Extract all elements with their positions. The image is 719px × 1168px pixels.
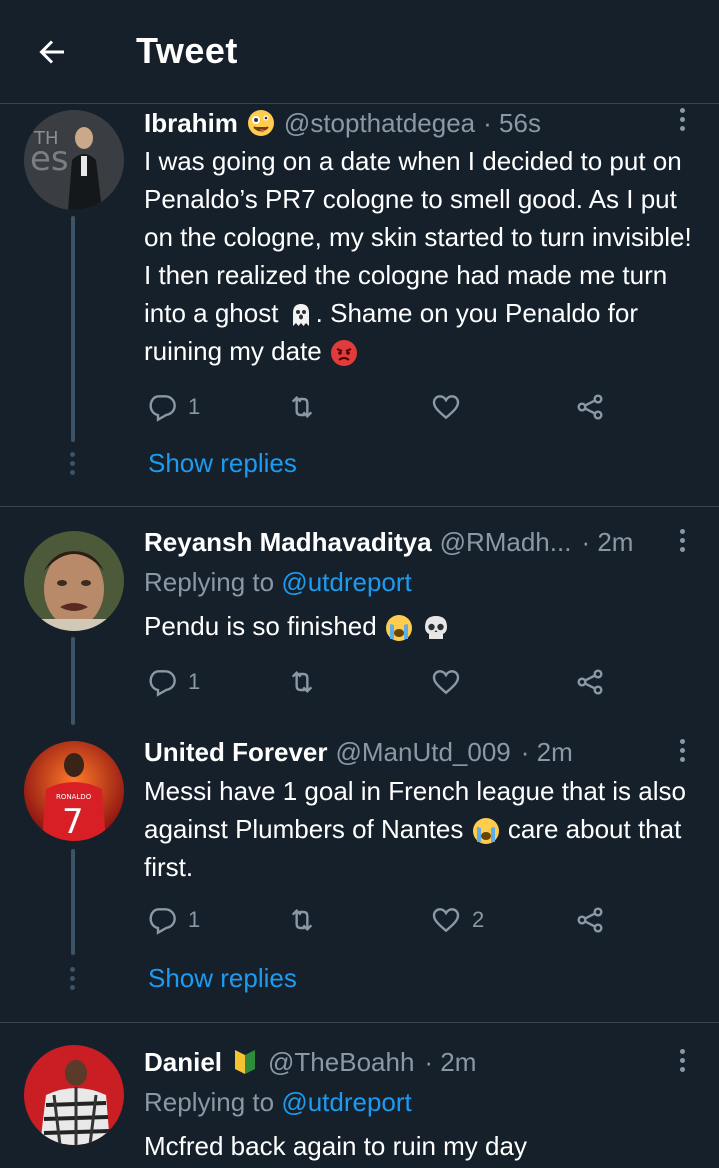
more-options-icon[interactable] <box>678 1049 686 1075</box>
tweet-text: Mcfred back again to ruin my day <box>144 1131 527 1161</box>
share-icon <box>577 669 603 695</box>
retweet-icon <box>291 908 313 932</box>
share-icon <box>577 394 603 420</box>
reply-count: 1 <box>188 669 201 694</box>
avatar-image <box>24 531 124 631</box>
reply-button[interactable]: 1 <box>146 390 200 424</box>
svg-text:7: 7 <box>62 802 84 841</box>
tweet-reyansh[interactable]: Reyansh Madhavaditya @RMadh... · 2m Repl… <box>0 507 719 725</box>
tweet-daniel[interactable]: Daniel @TheBoahh · 2m Replying to @utdre… <box>0 1023 719 1168</box>
zany-face-emoji-icon <box>247 110 274 136</box>
back-arrow-icon[interactable] <box>34 34 70 70</box>
more-options-icon[interactable] <box>678 529 686 555</box>
display-name[interactable]: Daniel <box>144 1047 222 1078</box>
display-name[interactable]: Reyansh Madhavaditya <box>144 527 432 558</box>
show-replies-link[interactable]: Show replies <box>148 963 297 994</box>
like-button[interactable] <box>430 390 472 424</box>
replying-prefix: Replying to <box>144 1087 282 1117</box>
page-title: Tweet <box>136 30 238 71</box>
timestamp[interactable]: · 2m <box>581 527 633 558</box>
share-button[interactable] <box>574 903 606 937</box>
thread-dots <box>70 452 76 479</box>
avatar[interactable] <box>24 1045 124 1145</box>
tweet-text: Pendu is so finished <box>144 607 704 645</box>
avatar-image: RONALDO 7 <box>24 741 124 841</box>
replying-to: Replying to @utdreport <box>144 1087 412 1118</box>
timestamp[interactable]: · 56s <box>483 108 541 139</box>
reply-count: 1 <box>188 394 201 419</box>
crying-face-emoji-icon <box>472 818 499 845</box>
crying-face-emoji-icon <box>385 615 412 642</box>
more-options-icon[interactable] <box>678 739 686 765</box>
avatar[interactable] <box>24 531 124 631</box>
share-icon <box>577 907 603 933</box>
avatar[interactable]: RONALDO 7 <box>24 741 124 841</box>
like-count: 2 <box>472 907 485 932</box>
handle[interactable]: @TheBoahh <box>268 1047 414 1078</box>
reply-icon <box>149 395 176 422</box>
tweet-text: Messi have 1 goal in French league that … <box>144 772 704 886</box>
retweet-icon <box>291 670 313 694</box>
heart-icon <box>432 395 460 420</box>
beginner-badge-emoji-icon <box>235 1050 256 1074</box>
tweet-ibrahim[interactable]: es TH Ibrahim @stopthatdegea · 56s I was… <box>0 104 719 506</box>
angry-face-emoji-icon <box>330 340 357 367</box>
timestamp[interactable]: · 2m <box>424 1047 476 1078</box>
tweet-actions: 1 <box>144 390 614 424</box>
replying-prefix: Replying to <box>144 567 282 597</box>
display-name[interactable]: Ibrahim <box>144 108 238 139</box>
more-options-icon[interactable] <box>678 108 686 134</box>
tweet-header: Reyansh Madhavaditya @RMadh... · 2m <box>144 525 633 559</box>
tweet-actions: 1 2 <box>144 903 614 937</box>
display-name[interactable]: United Forever <box>144 737 328 768</box>
top-bar: Tweet <box>0 0 719 104</box>
retweet-icon <box>291 395 313 419</box>
thread-line <box>71 216 75 442</box>
ghost-emoji-icon <box>292 304 309 327</box>
retweet-button[interactable] <box>286 903 328 937</box>
heart-icon <box>432 670 460 695</box>
show-replies-link[interactable]: Show replies <box>148 448 297 479</box>
handle[interactable]: @stopthatdegea <box>284 108 475 139</box>
reply-icon <box>149 670 176 697</box>
thread-dots <box>70 967 76 994</box>
handle[interactable]: @RMadh... <box>440 527 572 558</box>
heart-icon <box>432 908 460 933</box>
handle[interactable]: @ManUtd_009 <box>336 737 511 768</box>
retweet-button[interactable] <box>286 390 328 424</box>
replying-to-link[interactable]: @utdreport <box>281 1087 411 1117</box>
reply-icon <box>149 908 176 935</box>
thread-line <box>71 849 75 955</box>
tweet-text: I was going on a date when I decided to … <box>144 142 704 370</box>
tweet-header: United Forever @ManUtd_009 · 2m <box>144 735 573 769</box>
replying-to: Replying to @utdreport <box>144 567 412 598</box>
skull-emoji-icon <box>425 616 448 640</box>
svg-text:TH: TH <box>33 128 59 149</box>
like-button[interactable]: 2 <box>430 903 484 937</box>
like-button[interactable] <box>430 665 472 699</box>
tweet-header: Daniel @TheBoahh · 2m <box>144 1045 476 1079</box>
retweet-button[interactable] <box>286 665 328 699</box>
tweet-united-forever[interactable]: RONALDO 7 United Forever @ManUtd_009 · 2… <box>0 725 719 1022</box>
reply-button[interactable]: 1 <box>146 903 200 937</box>
thread-line <box>71 637 75 725</box>
svg-text:RONALDO: RONALDO <box>56 793 92 801</box>
timestamp[interactable]: · 2m <box>521 737 573 768</box>
avatar[interactable]: es TH <box>24 110 124 210</box>
avatar-image <box>24 1045 124 1145</box>
avatar-image: es TH <box>24 110 124 210</box>
tweet-actions: 1 <box>144 665 614 699</box>
share-button[interactable] <box>574 665 606 699</box>
reply-count: 1 <box>188 907 201 932</box>
share-button[interactable] <box>574 390 606 424</box>
reply-button[interactable]: 1 <box>146 665 200 699</box>
tweet-header: Ibrahim @stopthatdegea · 56s <box>144 106 541 140</box>
replying-to-link[interactable]: @utdreport <box>281 567 411 597</box>
tweet-text-part-1: Pendu is so finished <box>144 611 384 641</box>
